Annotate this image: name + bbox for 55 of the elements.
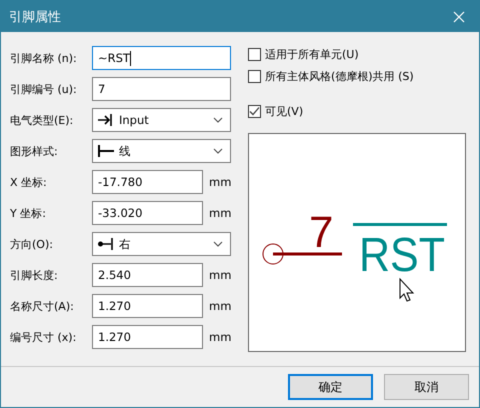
field-label: Y 坐标: [10, 206, 47, 220]
dropdown-value: 右 [119, 236, 132, 252]
field-label: X 坐标: [10, 174, 48, 190]
checkbox[interactable]: 适用于所有单元(U) [248, 46, 469, 63]
close-icon [453, 10, 465, 22]
field-label: 引脚名称 (n): [10, 50, 78, 66]
field-value: 2.540 [98, 268, 131, 282]
field-value: 7 [98, 82, 106, 96]
number-field[interactable]: 1.270 [92, 325, 203, 349]
pin-line [273, 252, 342, 256]
number-field[interactable]: 2.540 [92, 263, 203, 287]
number-field[interactable]: -17.780 [92, 170, 203, 194]
chevron-down-icon [213, 241, 223, 247]
checkbox[interactable]: 所有主体风格(德摩根)共用 (S) [248, 68, 469, 85]
dialog-button[interactable]: 确定 [288, 374, 373, 400]
pin-circle [262, 244, 284, 264]
line-pin-icon [97, 144, 115, 158]
checkmark-icon [249, 106, 260, 117]
pin-name: RST [359, 229, 455, 282]
number-field[interactable]: 1.270 [92, 294, 203, 318]
field-label: 引脚长度: [10, 268, 59, 282]
window-title: 引脚属性 [9, 8, 61, 26]
field-label: 名称尺寸(A): [10, 298, 75, 314]
text-field[interactable]: 7 [92, 77, 231, 101]
text-field[interactable]: ~RST [92, 46, 231, 70]
text-cursor [130, 50, 131, 66]
checkbox[interactable]: 可见(V) [248, 103, 469, 120]
chevron-down-icon [213, 117, 223, 123]
dropdown-value: 线 [119, 144, 132, 158]
field-label: 方向(O): [10, 236, 54, 252]
field-value: -33.020 [98, 206, 142, 220]
unit-label: mm [209, 268, 232, 282]
field-label: 图形样式: [10, 144, 59, 158]
pin-number: 7 [309, 208, 334, 257]
chevron-down-icon [213, 148, 223, 154]
field-value: 1.270 [98, 330, 131, 344]
unit-label: mm [209, 175, 232, 189]
field-label: 电气类型(E): [10, 112, 74, 128]
field-label: 编号尺寸 (x): [10, 330, 78, 344]
dropdown-value: Input [119, 113, 150, 127]
unit-label: mm [209, 299, 232, 313]
field-value: ~RST [98, 51, 130, 65]
field-value: 1.270 [98, 299, 131, 313]
mouse-cursor-icon [400, 278, 414, 302]
dropdown[interactable]: 右 [92, 232, 231, 256]
dropdown[interactable]: Input [92, 108, 231, 132]
unit-label: mm [209, 330, 232, 344]
field-value: -17.780 [98, 175, 142, 189]
unit-label: mm [209, 206, 232, 220]
field-label: 引脚编号 (u): [10, 82, 78, 96]
pin-direction-icon [97, 237, 115, 251]
input-pin-icon [97, 113, 115, 127]
dialog-button[interactable]: 取消 [384, 374, 469, 400]
number-field[interactable]: -33.020 [92, 201, 203, 225]
dropdown[interactable]: 线 [92, 139, 231, 163]
